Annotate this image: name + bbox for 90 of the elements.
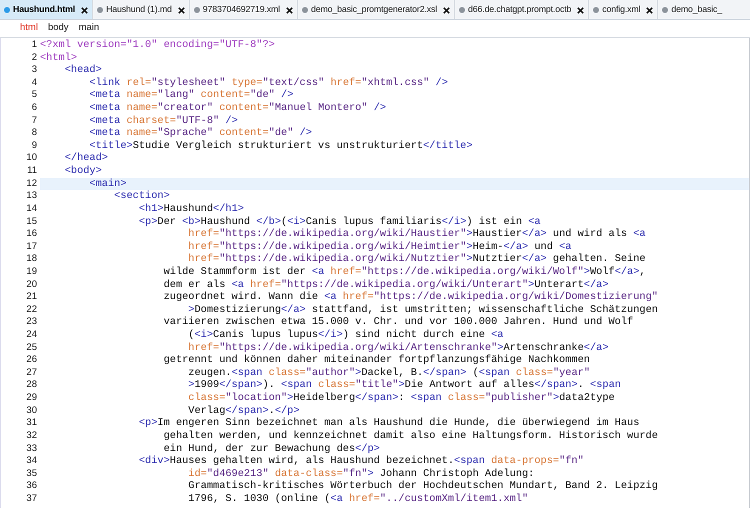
code-line: gehalten werden, und kennzeichnet damit also eine Haltungsform. Historisch wurde — [162, 430, 659, 442]
code-line: <?xml version="1.0" encoding="UTF-8"?> — [40, 39, 276, 52]
close-icon[interactable] — [443, 6, 450, 14]
code-line: class="location">Heidelberg</span>: <span class="publisher">data2type — [187, 392, 616, 405]
code-line: <meta charset="UTF-8" /> — [88, 114, 239, 128]
dot-icon — [593, 7, 600, 13]
line-number: 4 — [30, 76, 38, 90]
code-line: <p>Der <b>Haushund </b>(<i>Canis lupus familiaris</i>) ist ein <a — [138, 216, 542, 228]
line-number: 24 — [25, 329, 38, 342]
code-line: <h1>Haushund</h1> — [138, 202, 245, 216]
dot-icon — [662, 7, 668, 13]
line-number: 31 — [25, 417, 38, 430]
line-number: 22 — [25, 304, 38, 316]
breadcrumb-item[interactable]: body — [48, 21, 69, 36]
code-line: <p>Im engeren Sinn bezeichnet man als Haushund die Hunde, die überwiegend im Haus — [138, 417, 640, 430]
code-line: ein Hund, der zur Bewachung des</p> — [162, 442, 381, 456]
line-number: 27 — [25, 366, 38, 380]
line-number: 36 — [25, 480, 38, 493]
code-line: Verlag</span>.</p> — [187, 404, 301, 418]
line-number: 23 — [25, 316, 38, 330]
code-line: <body> — [64, 165, 103, 178]
close-icon[interactable] — [81, 6, 88, 14]
line-number: 33 — [25, 442, 38, 456]
line-number: 29 — [25, 392, 38, 405]
close-icon[interactable] — [178, 6, 185, 14]
dot-icon — [194, 7, 200, 13]
line-number: 12 — [25, 178, 38, 190]
line-number: 6 — [30, 102, 38, 115]
code-line: Grammatisch-kritisches Wörterbuch der Hochdeutschen Mundart, Band 2. Leipzig — [187, 480, 659, 493]
code-line: <meta name="lang" content="de" /> — [88, 89, 294, 102]
line-number: 34 — [25, 455, 38, 468]
line-number: 32 — [25, 430, 38, 442]
code-line: <meta name="creator" content="Manuel Montero" /> — [88, 102, 388, 115]
line-number: 3 — [30, 64, 38, 77]
dot-icon — [97, 7, 104, 13]
line-number: 26 — [25, 354, 38, 367]
line-number: 19 — [25, 266, 38, 279]
code-line: <title>Studie Vergleich strukturiert vs unstrukturiert</title> — [88, 140, 474, 152]
code-line: <meta name="Sprache" content="de" /> — [88, 127, 313, 140]
code-line: 1796, S. 1030 (online (<a href="../customXml/item1.xml" — [187, 492, 530, 506]
line-number: 25 — [25, 342, 38, 354]
line-number: 17 — [25, 240, 38, 254]
line-number: 11 — [26, 165, 38, 178]
breadcrumb-item[interactable]: main — [78, 21, 100, 36]
code-line: <link rel="stylesheet" type="text/css" href="xhtml.css" /> — [88, 76, 449, 90]
code-line: <section> — [113, 190, 171, 203]
code-line: id="d469e213" data-class="fn"> Johann Christoph Adelung: — [187, 468, 536, 480]
code-line: (<i>Canis lupus lupus</i>) sind nicht durch eine <a — [187, 329, 504, 342]
line-number: 16 — [25, 228, 38, 241]
line-number: 1 — [30, 39, 38, 52]
close-icon[interactable] — [577, 6, 584, 14]
line-number: 14 — [25, 202, 38, 216]
line-number: 30 — [25, 404, 38, 418]
dot-icon — [302, 7, 308, 13]
close-icon[interactable] — [646, 6, 654, 14]
code-line: <html> — [40, 52, 78, 64]
line-number: 13 — [25, 190, 38, 203]
line-number: 10 — [25, 152, 38, 166]
close-icon[interactable] — [286, 6, 293, 14]
code-line: >1909</span>). <span class="title">Die Antwort auf alles</span>. <span — [187, 379, 622, 392]
line-number: 5 — [30, 89, 38, 102]
line-number: 28 — [25, 379, 38, 392]
line-number: 20 — [25, 278, 38, 292]
code-line: href="https://de.wikipedia.org/wiki/Nutztier">Nutztier</a> gehalten. Seine — [187, 253, 647, 266]
code-line: zeugen.<span class="author">Dackel, B.</span> (<span class="year" — [187, 366, 592, 380]
line-number: 35 — [25, 468, 38, 480]
code-line: variieren zwischen etwa 15.000 v. Chr. und vor 100.000 Jahren. Hund und Wolf — [162, 316, 634, 330]
line-number: 15 — [25, 216, 38, 228]
code-line: <div>Hauses gehalten wird, als Haushund bezeichnet.<span data-props="fn" — [138, 455, 585, 468]
breadcrumb-item[interactable]: html — [20, 21, 38, 36]
code-line: getrennt und können daher miteinander fortpflanzungsfähige Nachkommen — [162, 354, 591, 367]
line-number: 7 — [30, 114, 38, 128]
code-line: href="https://de.wikipedia.org/wiki/Artenschranke">Artenschranke</a> — [187, 342, 610, 354]
line-number: 37 — [25, 492, 38, 506]
code-line: href="https://de.wikipedia.org/wiki/Heimtier">Heim-</a> und <a — [187, 240, 572, 254]
code-line: zugeordnet wird. Wann die <a href="https://de.wikipedia.org/wiki/Domestizierung" — [162, 291, 659, 304]
editor-tab[interactable]: Haushund.html — [0, 0, 94, 19]
code-line: href="https://de.wikipedia.org/wiki/Haustier">Haustier</a> und wird als <a — [187, 228, 647, 241]
line-number: 8 — [30, 127, 38, 140]
dot-icon — [4, 7, 10, 13]
code-line: >Domestizierung</a> stattfand, ist umstritten; wissenschaftliche Schätzungen — [187, 304, 659, 316]
code-line: dem er als <a href="https://de.wikipedia.org/wiki/Unterart">Unterart</a> — [162, 278, 610, 292]
dot-icon — [459, 7, 466, 13]
code-line: wilde Stammform ist der <a href="https://de.wikipedia.org/wiki/Wolf">Wolf</a>, — [162, 266, 647, 279]
line-number: 2 — [30, 52, 38, 64]
line-number: 21 — [25, 291, 38, 304]
code-line: <head> — [64, 64, 103, 77]
line-number: 18 — [25, 253, 38, 266]
code-line: </head> — [64, 152, 109, 166]
line-number: 9 — [30, 140, 38, 152]
